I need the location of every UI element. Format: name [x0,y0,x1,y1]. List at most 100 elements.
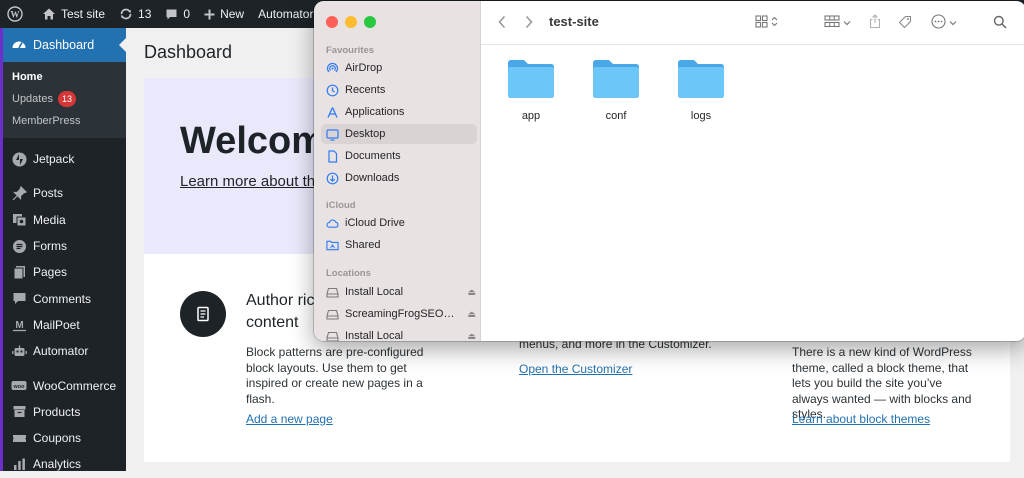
forward-button[interactable] [524,13,534,33]
new-content-link[interactable]: New [197,0,251,28]
submenu-memberpress-label: MemberPress [12,115,81,127]
sidebar-item-analytics[interactable]: Analytics [3,451,126,477]
sidebar-item-automator[interactable]: Automator [3,338,126,364]
sidebar-item-mailpoet[interactable]: M MailPoet [3,312,126,338]
folder-item[interactable]: logs [670,57,732,122]
minimize-window-button[interactable] [345,16,357,28]
svg-text:W: W [11,10,20,20]
submenu-home[interactable]: Home [3,66,126,88]
welcome-learn-link[interactable]: Learn more about the 6.x version. [180,173,324,190]
back-button[interactable] [497,13,507,33]
download-icon [326,172,339,185]
close-window-button[interactable] [326,16,338,28]
sidebar-item-posts[interactable]: Posts [3,180,126,206]
sidebar-item-label: AirDrop [345,62,383,74]
sidebar-item-label: Recents [345,84,386,96]
folder-item[interactable]: conf [585,57,647,122]
sidebar-item-forms[interactable]: Forms [3,233,126,259]
updates-badge: 13 [57,91,76,107]
disk-drive-icon [326,286,339,299]
more-actions-button[interactable] [931,13,957,33]
pushpin-icon [11,185,27,201]
sidebar-item-comments[interactable]: Comments [3,285,126,311]
sidebar-item-label: Install Local [345,330,404,341]
share-icon [869,14,881,32]
updates-link[interactable]: 13 [112,0,158,28]
sidebar-item-screamingfrog[interactable]: ScreamingFrogSEOSpider ⏏ [326,304,478,324]
sidebar-item-install-local[interactable]: Install Local ⏏ [326,282,478,302]
sidebar-item-label: Products [33,404,81,419]
airdrop-icon [326,62,339,75]
group-button[interactable] [824,13,851,33]
finder-sidebar: Favourites AirDrop Recents Applications … [314,1,481,341]
sidebar-item-documents[interactable]: Documents [326,146,478,166]
submenu-memberpress[interactable]: MemberPress [3,110,126,132]
sidebar-item-label: Documents [345,150,401,162]
sidebar-item-media[interactable]: Media [3,207,126,233]
section-icloud: iCloud [326,200,356,211]
sidebar-item-desktop[interactable]: Desktop [321,124,477,144]
view-mode-button[interactable] [755,13,778,33]
zoom-window-button[interactable] [364,16,376,28]
tags-button[interactable] [898,13,912,33]
cloud-icon [326,217,339,230]
submenu-updates[interactable]: Updates 13 [3,88,126,110]
sidebar-item-woocommerce[interactable]: woo WooCommerce [3,372,126,398]
sidebar-item-recents[interactable]: Recents [326,80,478,100]
wordpress-logo-button[interactable]: W [0,0,35,28]
disk-drive-icon [326,308,339,321]
sidebar-item-products[interactable]: Products [3,399,126,425]
sidebar-item-label: Posts [33,186,64,201]
folder-icon [591,60,641,103]
ellipsis-circle-icon [931,14,946,32]
add-new-page-link[interactable]: Add a new page [246,412,333,426]
search-icon [993,15,1007,32]
folder-item[interactable]: app [500,57,562,122]
jetpack-icon [11,151,27,167]
sidebar-item-jetpack[interactable]: Jetpack [3,146,126,172]
updown-chevron-icon [771,16,778,30]
chevron-right-icon [524,15,534,32]
sidebar-item-coupons[interactable]: Coupons [3,425,126,451]
search-button[interactable] [993,13,1007,33]
block-pattern-icon [180,291,226,337]
share-button[interactable] [869,13,881,33]
learn-block-themes-link[interactable]: Learn about block themes [792,412,930,426]
chevron-left-icon [497,15,507,32]
site-name-link[interactable]: Test site [35,0,112,28]
sidebar-item-label: Applications [345,106,405,118]
automator-link[interactable]: Automator [251,0,320,28]
finder-main: test-site app conf logs [481,1,1024,341]
finder-toolbar: test-site [481,1,1024,45]
sidebar-item-applications[interactable]: Applications [326,102,478,122]
comments-link[interactable]: 0 [158,0,197,28]
sidebar-item-install-local-2[interactable]: Install Local ⏏ [326,326,478,341]
section-favourites: Favourites [326,45,375,56]
robot-icon [11,343,27,359]
sidebar-item-shared[interactable]: Shared [326,235,478,255]
eject-icon[interactable]: ⏏ [467,287,476,298]
welcome-heading: Welcome to WordPress! [180,120,324,162]
submenu-updates-label: Updates [12,93,53,105]
sidebar-item-icloud-drive[interactable]: iCloud Drive [326,213,478,233]
eject-icon[interactable]: ⏏ [467,309,476,320]
sidebar-item-pages[interactable]: Pages [3,259,126,285]
open-customizer-link[interactable]: Open the Customizer [519,362,632,376]
document-icon [326,149,339,163]
chevron-down-icon [949,17,957,29]
folder-icon [676,60,726,103]
admin-sidebar: Dashboard Home Updates 13 MemberPress Jet… [0,28,126,471]
site-name-label: Test site [61,7,106,21]
eject-icon[interactable]: ⏏ [467,331,476,342]
new-label: New [220,7,245,21]
sidebar-item-label: Comments [33,291,92,306]
sidebar-item-label: Forms [33,239,67,254]
sidebar-item-airdrop[interactable]: AirDrop [326,58,478,78]
sidebar-item-label: MailPoet [33,317,80,332]
sidebar-item-downloads[interactable]: Downloads [326,168,478,188]
sidebar-item-dashboard[interactable]: Dashboard [3,28,126,62]
folder-icon [506,60,556,103]
plus-icon [204,9,215,20]
column-3-text: There is a new kind of WordPress theme, … [792,345,972,421]
submenu-home-label: Home [12,71,43,83]
